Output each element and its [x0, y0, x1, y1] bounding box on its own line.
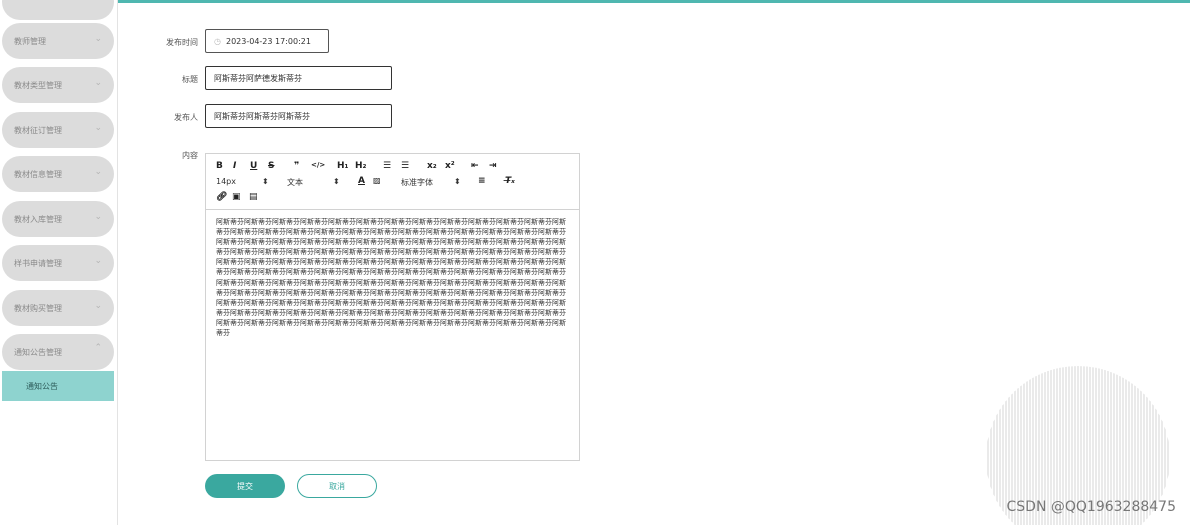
bullet-list-icon[interactable]: ☰	[401, 161, 409, 171]
chevron-down-icon: ⌄	[94, 256, 102, 266]
chevron-down-icon: ⌄	[94, 78, 102, 88]
sidebar-item-label: 样书申请管理	[14, 258, 62, 268]
sidebar-item-label: 教材信息管理	[14, 169, 62, 179]
underline-icon[interactable]: U	[250, 161, 257, 171]
editor-toolbar: B I U S ❞ </> H₁ H₂ ☰ ☰ x₂ x² ⇤ ⇥ 14px ⬍…	[206, 154, 579, 210]
sidebar-subitem-notice[interactable]: 通知公告	[2, 371, 114, 401]
chevron-down-icon: ⌄	[94, 34, 102, 44]
subscript-icon[interactable]: x₂	[427, 161, 437, 171]
superscript-icon[interactable]: x²	[445, 161, 455, 171]
italic-icon[interactable]: I	[233, 161, 236, 171]
chevron-updown-icon: ⬍	[262, 177, 269, 186]
ordered-list-icon[interactable]: ☰	[383, 161, 391, 171]
publisher-value: 阿斯蒂芬阿斯蒂芬阿斯蒂芬	[214, 111, 310, 121]
content-label: 内容	[182, 151, 198, 160]
sidebar-item-textbook-info[interactable]: 教材信息管理 ⌄	[2, 156, 114, 192]
sidebar-item-top-partial[interactable]	[2, 0, 114, 20]
paragraph-select[interactable]: 文本	[287, 177, 303, 188]
clear-format-icon[interactable]: T̶ₓ	[505, 176, 515, 186]
sidebar-item-label: 教材类型管理	[14, 80, 62, 90]
clock-icon: ◷	[214, 36, 221, 46]
font-size-select[interactable]: 14px	[216, 177, 236, 186]
rich-text-editor[interactable]: B I U S ❞ </> H₁ H₂ ☰ ☰ x₂ x² ⇤ ⇥ 14px ⬍…	[205, 153, 580, 461]
sidebar-item-textbook-purchase[interactable]: 教材购买管理 ⌄	[2, 290, 114, 326]
cancel-button[interactable]: 取消	[297, 474, 377, 498]
chevron-up-icon: ⌃	[94, 343, 102, 353]
title-value: 阿斯蒂芬阿萨德发斯蒂芬	[214, 73, 302, 83]
chevron-updown-icon: ⬍	[333, 177, 340, 186]
sidebar-item-textbook-storage[interactable]: 教材入库管理 ⌄	[2, 201, 114, 237]
outdent-icon[interactable]: ⇤	[471, 161, 479, 171]
sidebar-item-label: 通知公告管理	[14, 347, 62, 357]
link-icon[interactable]: 🔗︎	[216, 192, 227, 202]
indent-icon[interactable]: ⇥	[489, 161, 497, 171]
chevron-down-icon: ⌄	[94, 212, 102, 222]
sidebar-item-label: 教材征订管理	[14, 125, 62, 135]
title-label: 标题	[182, 75, 198, 84]
publish-time-label: 发布时间	[166, 38, 198, 47]
background-color-icon[interactable]: ▨	[373, 176, 381, 185]
heading1-icon[interactable]: H₁	[337, 161, 348, 171]
sidebar-item-sample-request[interactable]: 样书申请管理 ⌄	[2, 245, 114, 281]
sidebar-item-textbook-subscription[interactable]: 教材征订管理 ⌄	[2, 112, 114, 148]
publish-time-field[interactable]: ◷ 2023-04-23 17:00:21	[205, 29, 329, 53]
sidebar-item-label: 教材入库管理	[14, 214, 62, 224]
font-color-icon[interactable]: A	[358, 176, 365, 186]
chevron-down-icon: ⌄	[94, 167, 102, 177]
heading2-icon[interactable]: H₂	[355, 161, 366, 171]
publisher-label: 发布人	[174, 113, 198, 122]
sidebar-item-label: 教师管理	[14, 36, 46, 46]
quote-icon[interactable]: ❞	[294, 161, 299, 171]
chevron-updown-icon: ⬍	[454, 177, 461, 186]
sidebar: 教师管理 ⌄ 教材类型管理 ⌄ 教材征订管理 ⌄ 教材信息管理 ⌄ 教材入库管理…	[0, 0, 118, 525]
video-icon[interactable]: ▤	[249, 192, 258, 202]
title-input[interactable]: 阿斯蒂芬阿萨德发斯蒂芬	[205, 66, 392, 90]
sidebar-subitem-label: 通知公告	[26, 381, 58, 391]
bold-icon[interactable]: B	[216, 161, 223, 171]
publisher-input[interactable]: 阿斯蒂芬阿斯蒂芬阿斯蒂芬	[205, 104, 392, 128]
chevron-down-icon: ⌄	[94, 123, 102, 133]
sidebar-item-textbook-type[interactable]: 教材类型管理 ⌄	[2, 67, 114, 103]
sidebar-item-label: 教材购买管理	[14, 303, 62, 313]
font-family-select[interactable]: 标准字体	[401, 177, 433, 188]
image-icon[interactable]: ▣	[232, 192, 241, 202]
strikethrough-icon[interactable]: S	[268, 161, 274, 171]
align-icon[interactable]: ≡	[478, 176, 486, 186]
watermark: CSDN @QQ1963288475	[1006, 499, 1176, 515]
sidebar-item-notice[interactable]: 通知公告管理 ⌃	[2, 334, 114, 370]
submit-button[interactable]: 提交	[205, 474, 285, 498]
chevron-down-icon: ⌄	[94, 301, 102, 311]
code-icon[interactable]: </>	[311, 161, 325, 169]
top-accent-line	[118, 0, 1190, 3]
editor-content[interactable]: 阿斯蒂芬阿斯蒂芬阿斯蒂芬阿斯蒂芬阿斯蒂芬阿斯蒂芬阿斯蒂芬阿斯蒂芬阿斯蒂芬阿斯蒂芬…	[216, 217, 570, 338]
sidebar-item-teacher[interactable]: 教师管理 ⌄	[2, 23, 114, 59]
publish-time-value: 2023-04-23 17:00:21	[225, 36, 311, 46]
